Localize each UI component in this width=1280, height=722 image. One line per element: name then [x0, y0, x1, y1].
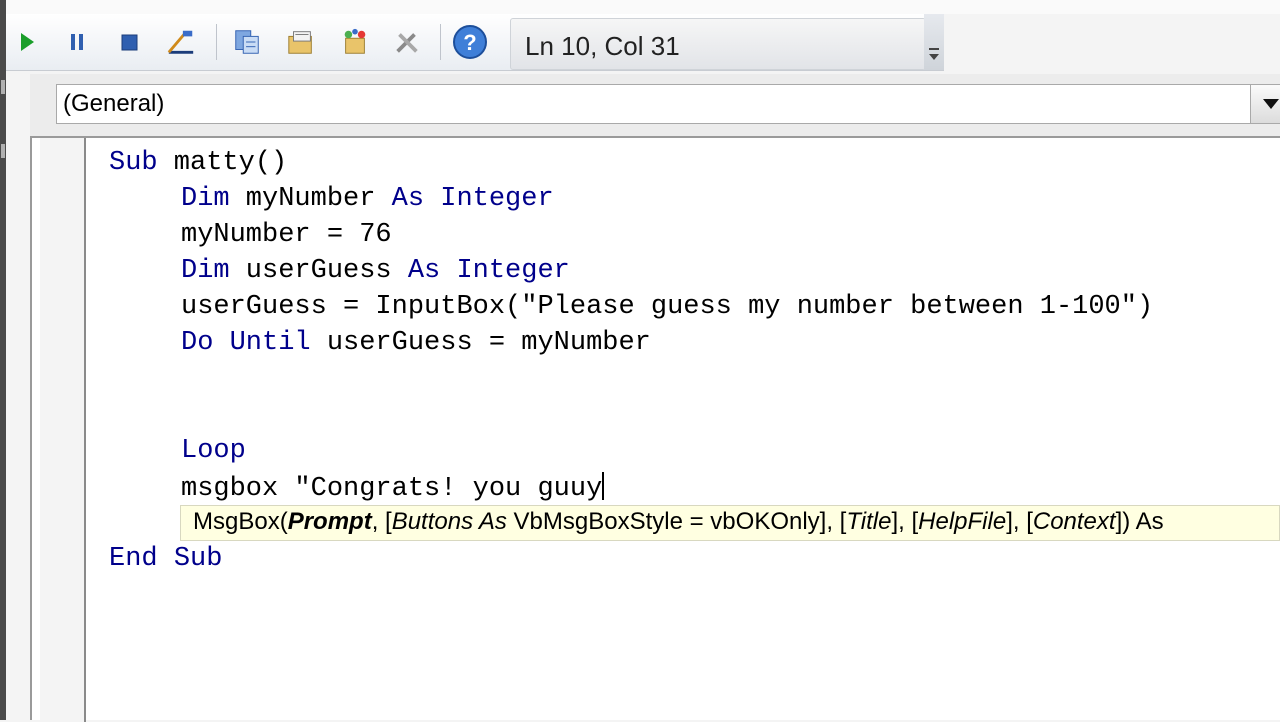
design-mode-button[interactable] [166, 27, 196, 57]
code-line-1: Sub matty() [109, 148, 288, 178]
left-window-edge [0, 0, 6, 720]
cursor-position-label: Ln 10, Col 31 [525, 31, 680, 61]
pause-button[interactable] [62, 27, 92, 57]
project-explorer-button[interactable] [232, 27, 262, 57]
toolbar-separator [440, 24, 441, 60]
splitter-grip [1, 144, 5, 158]
toolbar-separator [216, 24, 217, 60]
code-line-5: userGuess = InputBox("Please guess my nu… [181, 292, 1154, 322]
stop-button[interactable] [114, 27, 144, 57]
cursor-position-box: Ln 10, Col 31 [510, 18, 926, 70]
object-dropdown-value: (General) [63, 90, 165, 117]
code-editor[interactable]: Sub matty() Dim myNumber As Integer myNu… [30, 136, 1280, 722]
code-line-3: myNumber = 76 [181, 220, 392, 250]
text-caret [602, 472, 605, 500]
toolbox-icon [396, 33, 418, 53]
object-browser-icon [344, 28, 366, 54]
properties-icon [288, 31, 312, 54]
stop-icon [121, 34, 138, 51]
object-combo-area: (General) [30, 74, 1280, 136]
object-dropdown[interactable]: (General) [56, 84, 1280, 124]
chevron-down-icon [929, 48, 939, 60]
code-line-6: Do Until userGuess = myNumber [181, 328, 651, 358]
object-browser-button[interactable] [340, 27, 370, 57]
toolbox-button[interactable] [392, 27, 422, 57]
pause-icon [71, 34, 83, 50]
svg-text:?: ? [463, 30, 476, 55]
code-line-2: Dim myNumber As Integer [181, 184, 554, 214]
help-button[interactable]: ? [452, 24, 488, 60]
margin-indicator-bar[interactable] [40, 138, 86, 722]
dropdown-arrow-button[interactable] [1250, 85, 1280, 123]
code-line-9: Loop [181, 436, 246, 466]
toolbar-overflow-button[interactable] [924, 14, 944, 70]
code-line-12: End Sub [109, 544, 223, 574]
run-button[interactable] [12, 27, 42, 57]
design-mode-icon [167, 30, 194, 54]
toolbar-top-strip [6, 0, 1280, 14]
parameter-info-tooltip: MsgBox(Prompt, [Buttons As VbMsgBoxStyle… [180, 505, 1280, 541]
chevron-down-icon [1263, 99, 1279, 109]
code-line-10: msgbox "Congrats! you guuy [181, 472, 605, 504]
project-explorer-icon [235, 30, 259, 54]
splitter-grip [1, 80, 5, 94]
play-icon [21, 33, 34, 51]
debug-toolbar: ? Ln 10, Col 31 [6, 14, 944, 71]
properties-button[interactable] [286, 27, 316, 57]
help-icon: ? [453, 25, 487, 59]
code-line-4: Dim userGuess As Integer [181, 256, 570, 286]
